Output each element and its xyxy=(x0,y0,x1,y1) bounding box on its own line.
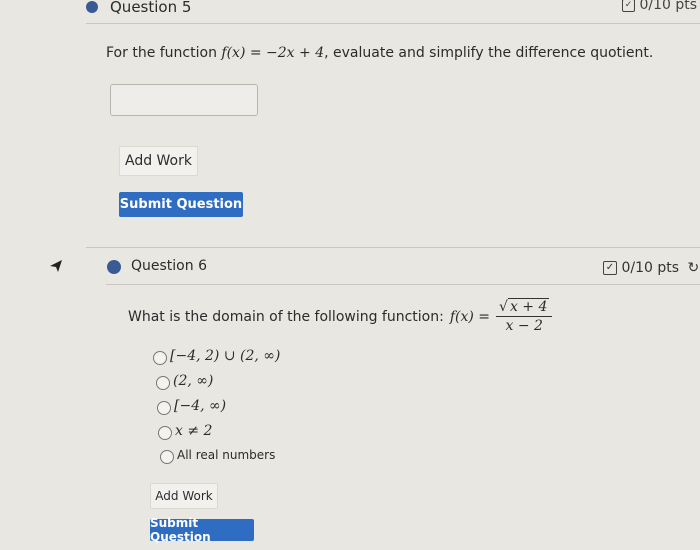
add-work-button[interactable]: Add Work xyxy=(119,146,198,176)
divider xyxy=(86,247,700,248)
question-5-title: Question 5 xyxy=(110,0,192,16)
answer-input[interactable] xyxy=(110,84,258,116)
question-5-points: ✓ 0/10 pts xyxy=(622,0,697,13)
retry-icon[interactable]: ↻ xyxy=(687,260,699,276)
fraction-denominator: x − 2 xyxy=(505,318,543,334)
option-radio[interactable] xyxy=(153,351,167,365)
edit-check-icon[interactable]: ✓ xyxy=(622,0,635,12)
option-label: (2, ∞) xyxy=(173,373,214,389)
question-6-title: Question 6 xyxy=(131,258,207,274)
points-label: 0/10 pts xyxy=(621,260,680,276)
submit-question-button[interactable]: Submit Question xyxy=(150,516,254,544)
question-6-points: ✓ 0/10 pts ↻ xyxy=(603,260,699,276)
prompt-text: What is the domain of the following func… xyxy=(128,308,444,325)
points-label: 0/10 pts xyxy=(639,0,698,13)
function-fraction: √ x + 4 x − 2 xyxy=(496,298,553,334)
question-bullet-icon xyxy=(86,1,98,13)
question-6-prompt: What is the domain of the following func… xyxy=(128,298,553,334)
function-lhs: f(x) = xyxy=(449,308,491,325)
prompt-prefix: For the function xyxy=(106,45,217,61)
option-radio[interactable] xyxy=(157,401,171,415)
fraction-numerator: x + 4 xyxy=(507,298,550,315)
divider xyxy=(86,23,700,24)
divider xyxy=(106,284,700,285)
option-label: x ≠ 2 xyxy=(175,423,213,439)
function-expression: f(x) = −2x + 4 xyxy=(221,45,325,61)
option-label: [−4, 2) ∪ (2, ∞) xyxy=(170,348,281,364)
option-radio[interactable] xyxy=(160,450,174,464)
mouse-cursor-icon xyxy=(48,258,64,278)
submit-question-button[interactable]: Submit Question xyxy=(119,192,243,217)
question-bullet-icon xyxy=(107,260,121,274)
option-label: All real numbers xyxy=(177,448,276,462)
option-label: [−4, ∞) xyxy=(174,398,227,414)
prompt-suffix: , evaluate and simplify the difference q… xyxy=(324,45,654,61)
question-5-prompt: For the function f(x) = −2x + 4, evaluat… xyxy=(106,45,653,61)
edit-check-icon[interactable]: ✓ xyxy=(603,261,617,275)
option-radio[interactable] xyxy=(156,376,170,390)
option-radio[interactable] xyxy=(158,426,172,440)
add-work-button[interactable]: Add Work xyxy=(150,483,218,509)
